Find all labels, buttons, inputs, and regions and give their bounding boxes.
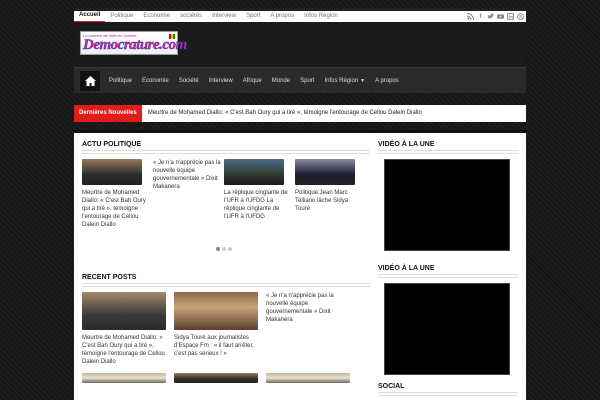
slider-pagination [216,247,232,251]
article-title[interactable]: Sidya Touré aux journalistes d'Espace Fm… [174,335,254,357]
svg-text:S: S [519,14,522,19]
article-title[interactable]: « Je n'a n'apprécie pas la nouvelle équi… [266,293,334,323]
nav-apropos[interactable]: A propos [370,78,404,84]
article-thumbnail[interactable] [82,292,166,330]
politics-item[interactable]: La réplique cinglante de l'UFR à l'UFDG … [224,159,292,257]
article-title[interactable]: Meurtre de Mohamed Diallo: « C'est Bah O… [82,335,165,365]
nav-politique[interactable]: Politique [104,78,137,84]
nav-societe[interactable]: Société [174,78,204,84]
topnav-apropos[interactable]: A propos [265,11,299,22]
top-nav: Accueil Politique Economie sociétés Inte… [74,11,343,23]
recent-post-item[interactable]: « Je n'a n'apprécie pas la nouvelle équi… [266,292,350,366]
twitter-icon[interactable] [487,13,494,20]
youtube-icon[interactable] [497,13,504,20]
video-widget-title: VIDÉO À LA UNE [378,265,518,278]
breaking-news-bar: Dernières Nouvelles Meurtre de Mohamed D… [74,105,526,122]
rss-icon[interactable] [467,13,474,20]
top-bar: Accueil Politique Economie sociétés Inte… [74,8,526,23]
recent-posts-title: RECENT POSTS [82,274,370,287]
slider-dot[interactable] [222,247,226,251]
home-button[interactable] [80,70,100,91]
video-widget-title: VIDÉO À LA UNE [378,141,518,154]
politics-slider: Meurtre de Mohamed Diallo: « C'est Bah O… [82,159,370,257]
politics-item[interactable]: Meurtre de Mohamed Diallo: « C'est Bah O… [82,159,150,257]
skype-icon[interactable]: S [517,13,524,20]
facebook-icon[interactable]: f [477,13,484,20]
politics-item[interactable]: « Je n'a n'apprécie pas la nouvelle équi… [153,159,221,257]
social-widget-title: SOCIAL [378,383,518,396]
nav-sport[interactable]: Sport [295,78,319,84]
topnav-sport[interactable]: Sport [241,11,265,22]
social-icons: f S [467,11,524,22]
article-title[interactable]: Meurtre de Mohamed Diallo: « C'est Bah O… [82,190,146,228]
site-logo[interactable]: Le numéro de l'info en Guinée Democratur… [80,31,187,55]
topnav-interview[interactable]: Interview [207,11,241,22]
main-column: ACTU POLITIQUE Meurtre de Mohamed Diallo… [82,141,370,383]
article-title[interactable]: « Je n'a n'apprécie pas la nouvelle équi… [153,160,221,190]
article-thumbnail[interactable] [174,292,258,330]
home-icon [84,75,96,86]
page-wrapper: Accueil Politique Economie sociétés Inte… [74,0,526,400]
article-thumbnail[interactable] [82,159,142,185]
main-nav: Politique Economie Société Interview Afr… [74,67,526,93]
chevron-down-icon: ▼ [360,77,366,84]
sidebar: VIDÉO À LA UNE VIDÉO À LA UNE [378,141,518,375]
linkedin-icon[interactable] [507,13,514,20]
nav-interview[interactable]: Interview [204,78,238,84]
recent-posts-section: RECENT POSTS Meurtre de Mohamed Diallo: … [82,274,370,387]
nav-economie[interactable]: Economie [137,78,174,84]
article-thumbnail[interactable] [295,159,355,185]
breaking-news-label: Dernières Nouvelles [74,105,142,122]
politics-section-title: ACTU POLITIQUE [82,141,370,154]
logo-name: Democrature.com [83,37,188,53]
recent-post-item[interactable]: Sidya Touré aux journalistes d'Espace Fm… [174,292,258,366]
recent-post-item[interactable]: Meurtre de Mohamed Diallo: « C'est Bah O… [82,292,166,366]
politics-item[interactable]: Politique:Jean Marc Telliano lâche Sidya… [295,159,363,257]
video-widget: VIDÉO À LA UNE [378,265,518,375]
topnav-politique[interactable]: Politique [105,11,138,22]
flag-icon [169,34,175,39]
nav-monde[interactable]: Monde [267,78,295,84]
breaking-news-text[interactable]: Meurtre de Mohamed Diallo: « C'est Bah O… [141,105,526,122]
article-title[interactable]: Politique:Jean Marc Telliano lâche Sidya… [295,190,348,212]
article-thumbnail[interactable] [82,373,166,383]
video-player[interactable] [384,283,510,375]
recent-posts-list: Meurtre de Mohamed Diallo: « C'est Bah O… [82,292,370,366]
topnav-societes[interactable]: sociétés [175,11,207,22]
nav-afrique[interactable]: Afrique [238,78,267,84]
topnav-infos-region[interactable]: Infos Région [299,11,343,22]
nav-infos-region[interactable]: Infos Région ▼ [319,78,370,84]
content-area: ACTU POLITIQUE Meurtre de Mohamed Diallo… [74,130,526,400]
article-thumbnail[interactable] [266,373,350,383]
article-thumbnail[interactable] [174,373,258,383]
site-header: Le numéro de l'info en Guinée Democratur… [74,22,526,67]
recent-posts-more [82,373,370,387]
video-player[interactable] [384,159,510,251]
slider-dot[interactable] [228,247,232,251]
topnav-economie[interactable]: Economie [138,11,175,22]
article-title[interactable]: La réplique cinglante de l'UFR à l'UFDG … [224,190,288,220]
nav-infos-region-label: Infos Région [324,77,359,84]
video-widget: VIDÉO À LA UNE [378,141,518,251]
article-thumbnail[interactable] [224,159,284,185]
slider-dot[interactable] [216,247,220,251]
